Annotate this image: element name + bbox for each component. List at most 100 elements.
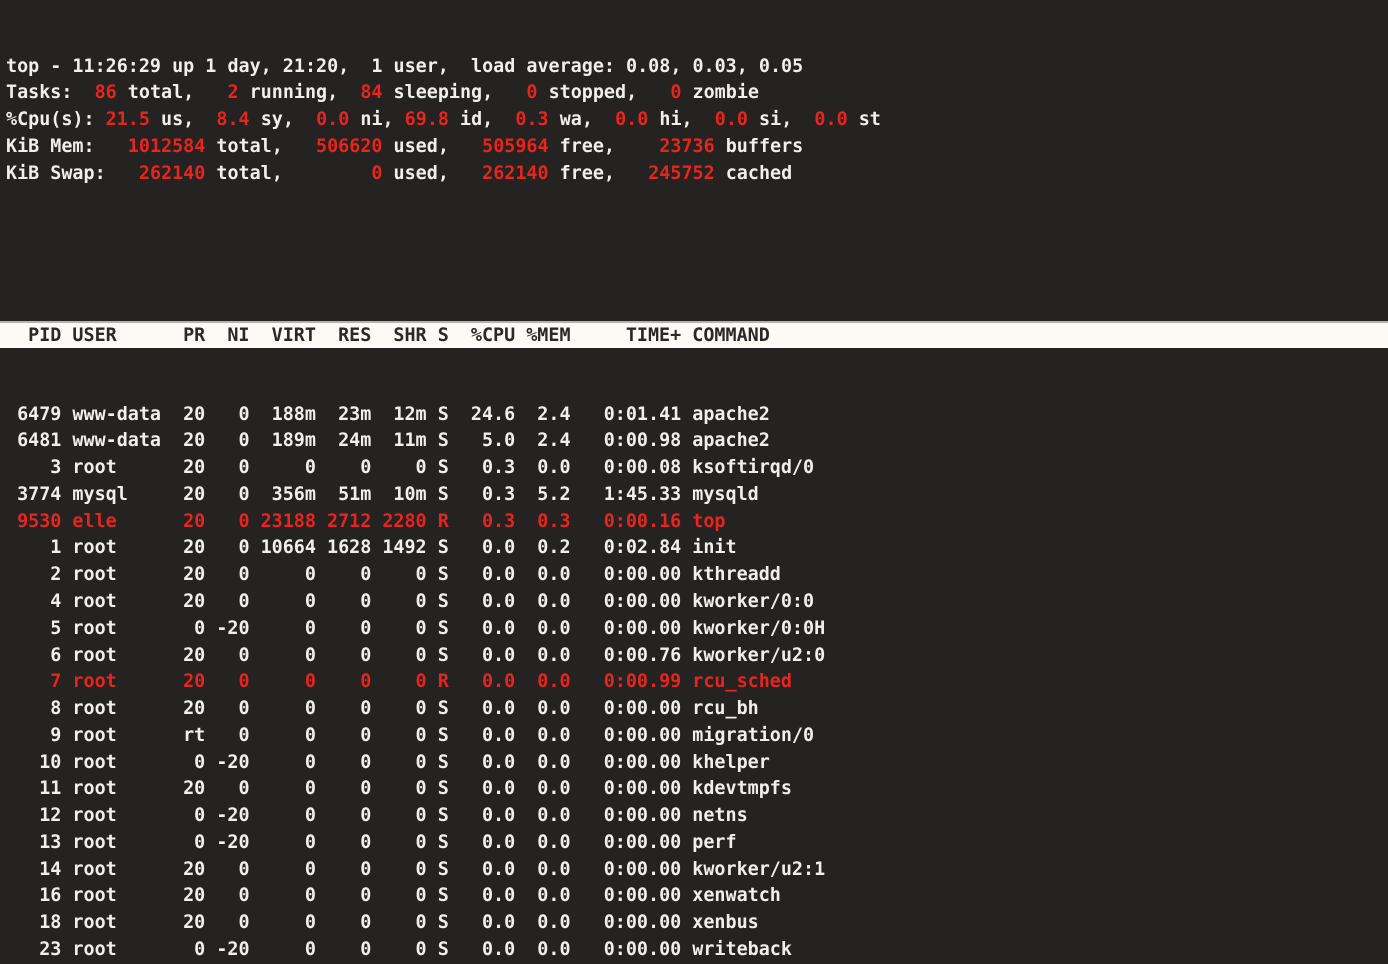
cell-res: 0 [327,455,371,482]
cell-res: 0 [327,589,371,616]
cell-user: root [72,616,161,643]
cell-s: S [438,830,449,857]
cell-command: kworker/u2:1 [692,857,1388,884]
cell-time: 0:00.00 [582,562,682,589]
summary-line: %Cpu(s): 21.5 us, 8.4 sy, 0.0 ni, 69.8 i… [0,107,1388,134]
column-header-ni: NI [216,323,249,348]
cell-pid: 9 [6,723,61,750]
cell-mem: 0.0 [526,589,570,616]
cell-pr: 20 [172,696,205,723]
process-row: 18root200000S0.00.00:00.00xenbus [0,910,1388,937]
summary-segment: 0 [648,82,681,103]
cell-shr: 0 [382,589,426,616]
cell-pr: 20 [172,562,205,589]
cell-mem: 0.0 [526,857,570,884]
process-row: 12root0-20000S0.00.00:00.00netns [0,803,1388,830]
summary-line: top - 11:26:29 up 1 day, 21:20, 1 user, … [0,54,1388,81]
summary-segment: sy, [250,109,305,130]
summary-segment: used, [382,163,460,184]
cell-command: migration/0 [692,723,1388,750]
summary-segment: 0.0 [704,109,748,130]
process-row: 3774mysql200356m51m10mS0.35.21:45.33mysq… [0,482,1388,509]
cell-cpu: 0.3 [460,482,515,509]
cell-cpu: 0.0 [460,669,515,696]
cell-pr: 0 [172,616,205,643]
cell-pr: 0 [172,830,205,857]
cell-pid: 10 [6,750,61,777]
cell-pr: 20 [172,857,205,884]
cell-user: root [72,455,161,482]
summary-segment: 0 [294,163,383,184]
cell-ni: 0 [216,696,249,723]
cell-command: init [692,535,1388,562]
cell-virt: 188m [261,402,316,429]
cell-virt: 0 [261,616,316,643]
process-row: 2root200000S0.00.00:00.00kthreadd [0,562,1388,589]
cell-user: mysql [72,482,161,509]
summary-segment: id, [449,109,504,130]
cell-shr: 0 [382,455,426,482]
summary-segment: hi, [648,109,703,130]
cell-virt: 0 [261,455,316,482]
summary-segment: us, [150,109,205,130]
cell-cpu: 0.0 [460,643,515,670]
cell-s: S [438,589,449,616]
cell-time: 0:00.00 [582,937,682,964]
cell-time: 0:00.00 [582,776,682,803]
cell-command: kworker/0:0 [692,589,1388,616]
cell-pr: 20 [172,482,205,509]
cell-s: S [438,696,449,723]
process-row: 3root200000S0.30.00:00.08ksoftirqd/0 [0,455,1388,482]
cell-command: khelper [692,750,1388,777]
summary-segment: 0.0 [803,109,847,130]
cell-ni: 0 [216,428,249,455]
cell-cpu: 0.0 [460,910,515,937]
cell-pid: 13 [6,830,61,857]
cell-mem: 0.2 [526,535,570,562]
cell-mem: 0.0 [526,883,570,910]
summary-segment: 86 [84,82,117,103]
cell-cpu: 0.0 [460,562,515,589]
cell-res: 0 [327,937,371,964]
cell-cpu: 0.0 [460,803,515,830]
cell-pr: 20 [172,883,205,910]
cell-pid: 6479 [6,402,61,429]
column-header-pid: PID [6,323,61,348]
process-row: 8root200000S0.00.00:00.00rcu_bh [0,696,1388,723]
cell-virt: 0 [261,937,316,964]
column-header-pr: PR [172,323,205,348]
cell-ni: 0 [216,857,249,884]
cell-ni: -20 [216,830,249,857]
cell-s: R [438,669,449,696]
cell-virt: 0 [261,830,316,857]
cell-mem: 0.0 [526,669,570,696]
cell-mem: 0.0 [526,750,570,777]
cell-user: root [72,830,161,857]
cell-time: 0:00.00 [582,696,682,723]
cell-time: 0:00.00 [582,803,682,830]
process-row: 6479www-data200188m23m12mS24.62.40:01.41… [0,402,1388,429]
process-row: 5root0-20000S0.00.00:00.00kworker/0:0H [0,616,1388,643]
cell-mem: 2.4 [526,402,570,429]
cell-pr: 0 [172,937,205,964]
summary-segment: 0.0 [604,109,648,130]
summary-segment: ni, [349,109,404,130]
process-row: 1root2001066416281492S0.00.20:02.84init [0,535,1388,562]
cell-pid: 16 [6,883,61,910]
cell-command: xenwatch [692,883,1388,910]
cell-time: 1:45.33 [582,482,682,509]
cell-ni: -20 [216,937,249,964]
cell-mem: 0.0 [526,696,570,723]
cell-pid: 3 [6,455,61,482]
process-row: 11root200000S0.00.00:00.00kdevtmpfs [0,776,1388,803]
cell-ni: 0 [216,455,249,482]
summary-segment: si, [748,109,803,130]
cell-virt: 0 [261,803,316,830]
cell-shr: 1492 [382,535,426,562]
cell-ni: 0 [216,669,249,696]
column-header-mem: %MEM [526,323,570,348]
terminal-screen[interactable]: top - 11:26:29 up 1 day, 21:20, 1 user, … [0,0,1388,964]
cell-user: elle [72,509,161,536]
cell-command: top [692,509,1388,536]
cell-s: S [438,482,449,509]
